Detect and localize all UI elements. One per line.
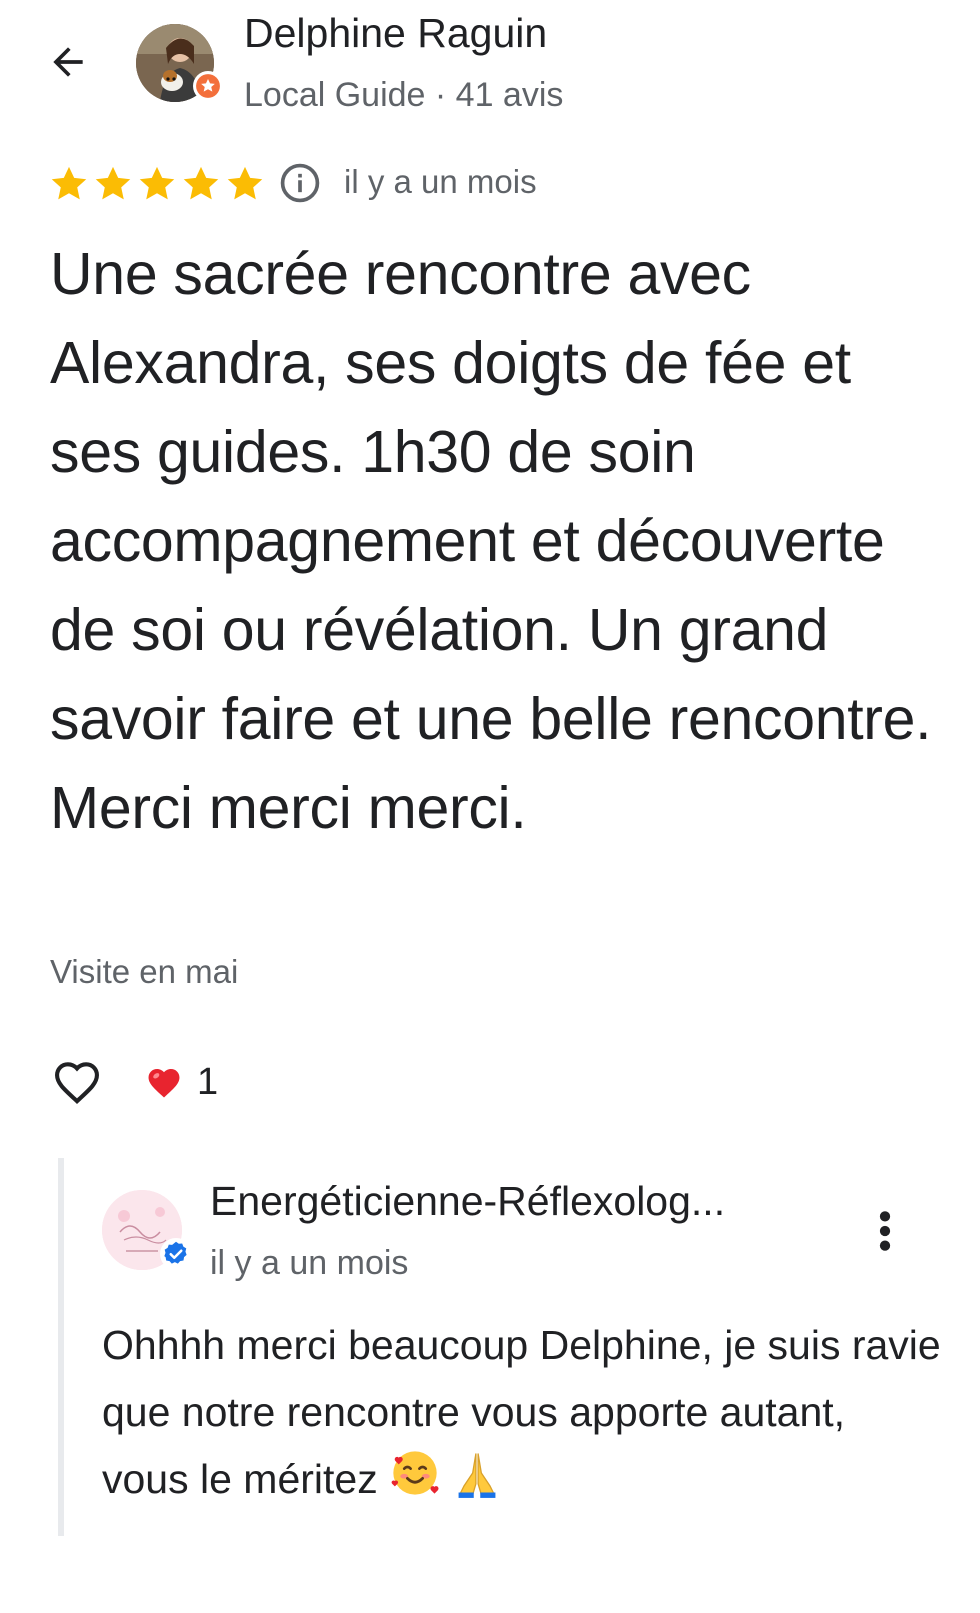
back-button[interactable] (36, 30, 100, 94)
review-text: Une sacrée rencontre avec Alexandra, ses… (50, 241, 932, 841)
verified-badge (160, 1238, 192, 1270)
more-vert-icon (879, 1211, 891, 1251)
local-guide-badge (193, 71, 223, 101)
star-icon (92, 163, 134, 205)
verified-check-icon (164, 1241, 187, 1264)
info-icon (280, 163, 320, 203)
local-guide-star-icon (196, 74, 220, 98)
more-options-button[interactable] (860, 1203, 910, 1259)
info-button[interactable] (278, 161, 322, 205)
reaction-count: 1 (197, 1060, 219, 1103)
heart-outline-icon (55, 1062, 99, 1104)
red-heart-icon (148, 1069, 180, 1098)
star-icon (224, 163, 266, 205)
folded-hands-icon (453, 1447, 501, 1519)
author-meta: Local Guide · 41 avis (244, 76, 564, 114)
visit-info: Visite en mai (50, 953, 239, 990)
star-icon (180, 163, 222, 205)
arrow-left-icon (53, 47, 83, 77)
reply-divider (58, 1158, 64, 1536)
owner-name[interactable]: Energéticienne-Réflexolog... (210, 1178, 810, 1225)
smiling-face-with-hearts-icon (389, 1447, 441, 1519)
review-date: il y a un mois (344, 163, 537, 200)
star-icon (136, 163, 178, 205)
reply-text-body: Ohhhh merci beaucoup Delphine, je suis r… (102, 1322, 941, 1502)
reply-text: Ohhhh merci beaucoup Delphine, je suis r… (102, 1312, 942, 1519)
star-rating (48, 162, 266, 206)
author-name[interactable]: Delphine Raguin (244, 10, 547, 57)
reaction-summary[interactable]: 1 (145, 1058, 218, 1106)
reply-date: il y a un mois (210, 1244, 409, 1282)
star-icon (48, 163, 90, 205)
like-button[interactable] (48, 1053, 106, 1109)
